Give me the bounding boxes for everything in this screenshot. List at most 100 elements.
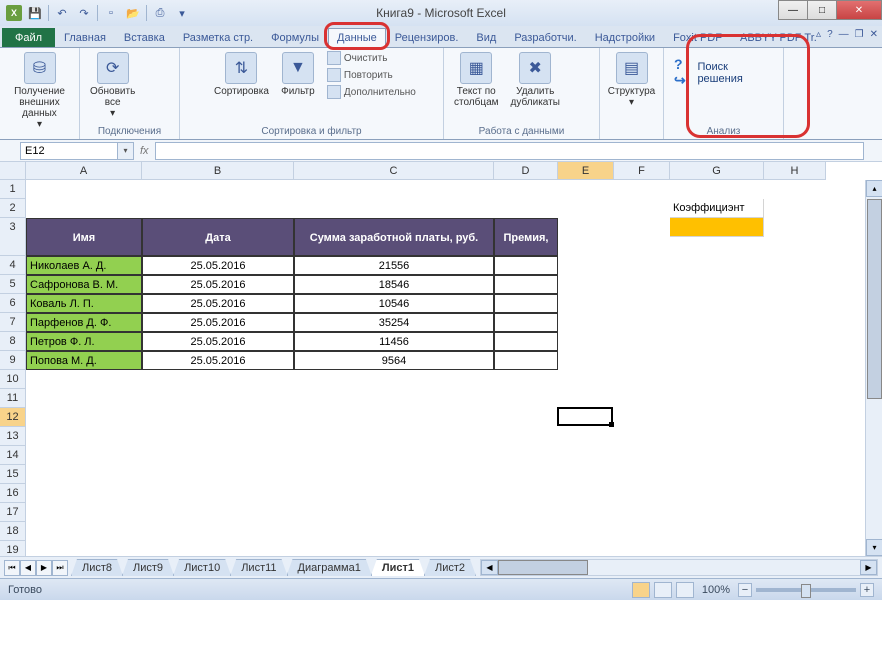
qat-new-icon[interactable]: ▫ (102, 4, 120, 22)
normal-view-button[interactable] (632, 582, 650, 598)
row-header-2[interactable]: 2 (0, 199, 26, 218)
tab-abbyy-pdf-tr-[interactable]: ABBYY PDF Tr. (731, 28, 826, 47)
tab-данные[interactable]: Данные (328, 28, 386, 48)
cell[interactable]: 25.05.2016 (142, 313, 294, 332)
cell[interactable]: Коэффициэнт (670, 199, 764, 218)
tab-рецензиров-[interactable]: Рецензиров. (386, 28, 468, 47)
doc-minimize-icon[interactable]: — (839, 29, 849, 40)
tab-file[interactable]: Файл (2, 28, 55, 47)
scroll-down-icon[interactable]: ▾ (866, 539, 882, 556)
row-header-11[interactable]: 11 (0, 389, 26, 408)
row-header-1[interactable]: 1 (0, 180, 26, 199)
cell[interactable]: 25.05.2016 (142, 294, 294, 313)
select-all-corner[interactable] (0, 162, 26, 180)
cell[interactable] (494, 256, 558, 275)
row-header-8[interactable]: 8 (0, 332, 26, 351)
cell[interactable] (494, 351, 558, 370)
cell[interactable]: Николаев А. Д. (26, 256, 142, 275)
help-icon[interactable]: ? (827, 29, 833, 40)
cell[interactable]: 25.05.2016 (142, 351, 294, 370)
ribbon-minimize-icon[interactable]: ▵ (816, 29, 821, 40)
sort-button[interactable]: ⇅ Сортировка (210, 50, 273, 99)
row-header-17[interactable]: 17 (0, 503, 26, 522)
cell[interactable] (494, 313, 558, 332)
cell[interactable]: Коваль Л. П. (26, 294, 142, 313)
row-header-10[interactable]: 10 (0, 370, 26, 389)
name-box-dropdown[interactable]: ▾ (118, 142, 134, 160)
sheet-last-icon[interactable]: ⏭ (52, 560, 68, 576)
cell[interactable]: 9564 (294, 351, 494, 370)
col-header-C[interactable]: C (294, 162, 494, 180)
horizontal-scrollbar[interactable]: ◀ ▶ (480, 559, 878, 576)
page-break-view-button[interactable] (676, 582, 694, 598)
get-external-data-button[interactable]: ⛁ Получение внешних данных▾ (6, 50, 73, 132)
outline-button[interactable]: ▤ Структура▾ (606, 50, 657, 110)
hscroll-right-icon[interactable]: ▶ (860, 560, 877, 575)
row-header-4[interactable]: 4 (0, 256, 26, 275)
sheet-tab-Лист10[interactable]: Лист10 (173, 559, 231, 576)
remove-duplicates-button[interactable]: ✖ Удалить дубликаты (507, 50, 564, 110)
cell[interactable]: 25.05.2016 (142, 256, 294, 275)
sheet-tab-Диаграмма1[interactable]: Диаграмма1 (287, 559, 372, 576)
text-to-columns-button[interactable]: ▦ Текст по столбцам (450, 50, 503, 110)
doc-close-icon[interactable]: ✕ (870, 29, 878, 40)
hscroll-left-icon[interactable]: ◀ (481, 560, 498, 575)
minimize-button[interactable]: — (778, 0, 808, 20)
cell[interactable]: Сафронова В. М. (26, 275, 142, 294)
row-header-9[interactable]: 9 (0, 351, 26, 370)
reapply-button[interactable]: Повторить (323, 67, 420, 83)
row-header-7[interactable]: 7 (0, 313, 26, 332)
tab-вид[interactable]: Вид (467, 28, 505, 47)
tab-вставка[interactable]: Вставка (115, 28, 174, 47)
row-header-6[interactable]: 6 (0, 294, 26, 313)
row-header-12[interactable]: 12 (0, 408, 26, 427)
doc-restore-icon[interactable]: ❐ (855, 29, 864, 40)
cell[interactable]: 11456 (294, 332, 494, 351)
col-header-D[interactable]: D (494, 162, 558, 180)
cell[interactable]: 10546 (294, 294, 494, 313)
cell[interactable] (494, 294, 558, 313)
advanced-filter-button[interactable]: Дополнительно (323, 84, 420, 100)
qat-customize-icon[interactable]: ▾ (173, 4, 191, 22)
row-header-5[interactable]: 5 (0, 275, 26, 294)
col-header-H[interactable]: H (764, 162, 826, 180)
cell[interactable]: 25.05.2016 (142, 332, 294, 351)
row-header-19[interactable]: 19 (0, 541, 26, 556)
sheet-next-icon[interactable]: ▶ (36, 560, 52, 576)
close-button[interactable]: ✕ (836, 0, 882, 20)
refresh-all-button[interactable]: ⟳ Обновить все▾ (86, 50, 139, 121)
qat-save-icon[interactable]: 💾 (26, 4, 44, 22)
fx-icon[interactable]: fx (140, 145, 149, 157)
cell[interactable]: Попова М. Д. (26, 351, 142, 370)
cell[interactable]: Петров Ф. Л. (26, 332, 142, 351)
sheet-tab-Лист1[interactable]: Лист1 (371, 559, 425, 576)
qat-redo-icon[interactable]: ↷ (75, 4, 93, 22)
row-header-3[interactable]: 3 (0, 218, 26, 256)
cell[interactable]: 21556 (294, 256, 494, 275)
zoom-label[interactable]: 100% (698, 584, 734, 596)
clear-filter-button[interactable]: Очистить (323, 50, 420, 66)
tab-надстройки[interactable]: Надстройки (586, 28, 664, 47)
sheet-tab-Лист9[interactable]: Лист9 (122, 559, 174, 576)
sort-za-icon[interactable] (186, 71, 206, 91)
zoom-out-button[interactable]: − (738, 583, 752, 597)
sheet-tab-Лист2[interactable]: Лист2 (424, 559, 476, 576)
page-layout-view-button[interactable] (654, 582, 672, 598)
vscroll-thumb[interactable] (867, 199, 882, 399)
qat-print-icon[interactable]: ⎙ (151, 4, 169, 22)
row-header-14[interactable]: 14 (0, 446, 26, 465)
cell[interactable] (494, 275, 558, 294)
qat-undo-icon[interactable]: ↶ (53, 4, 71, 22)
zoom-in-button[interactable]: + (860, 583, 874, 597)
cell[interactable]: Премия, руб (494, 218, 558, 256)
maximize-button[interactable]: □ (807, 0, 837, 20)
qat-open-icon[interactable]: 📂 (124, 4, 142, 22)
filter-button[interactable]: ▼ Фильтр (277, 50, 319, 99)
col-header-E[interactable]: E (558, 162, 614, 180)
cell[interactable]: 35254 (294, 313, 494, 332)
solver-button[interactable]: ?↪ Поиск решения (670, 54, 777, 91)
tab-разметка-стр-[interactable]: Разметка стр. (174, 28, 262, 47)
col-header-B[interactable]: B (142, 162, 294, 180)
sheet-first-icon[interactable]: ⏮ (4, 560, 20, 576)
col-header-G[interactable]: G (670, 162, 764, 180)
